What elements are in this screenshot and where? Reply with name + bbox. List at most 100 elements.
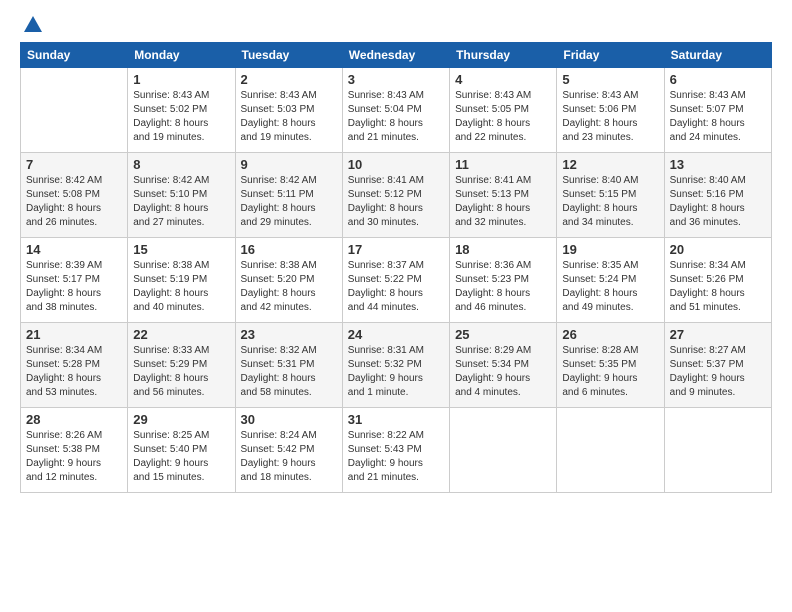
day-info: Sunrise: 8:26 AM Sunset: 5:38 PM Dayligh… (26, 429, 122, 485)
calendar-cell: 18 Sunrise: 8:36 AM Sunset: 5:23 PM Dayli… (450, 238, 557, 323)
calendar-week-4: 21 Sunrise: 8:34 AM Sunset: 5:28 PM Dayli… (21, 323, 772, 408)
day-number: 4 (455, 72, 551, 87)
day-info: Sunrise: 8:39 AM Sunset: 5:17 PM Dayligh… (26, 259, 122, 315)
day-number: 29 (133, 412, 229, 427)
day-number: 6 (670, 72, 766, 87)
calendar-cell: 29 Sunrise: 8:25 AM Sunset: 5:40 PM Dayli… (128, 408, 235, 493)
day-info: Sunrise: 8:43 AM Sunset: 5:04 PM Dayligh… (348, 89, 444, 145)
day-number: 17 (348, 242, 444, 257)
calendar-cell: 1 Sunrise: 8:43 AM Sunset: 5:02 PM Daylig… (128, 68, 235, 153)
day-number: 18 (455, 242, 551, 257)
logo (20, 16, 44, 32)
calendar-table: SundayMondayTuesdayWednesdayThursdayFrid… (20, 42, 772, 493)
calendar-cell: 22 Sunrise: 8:33 AM Sunset: 5:29 PM Dayli… (128, 323, 235, 408)
day-info: Sunrise: 8:43 AM Sunset: 5:05 PM Dayligh… (455, 89, 551, 145)
calendar-cell: 17 Sunrise: 8:37 AM Sunset: 5:22 PM Dayli… (342, 238, 449, 323)
calendar-cell: 21 Sunrise: 8:34 AM Sunset: 5:28 PM Dayli… (21, 323, 128, 408)
day-number: 15 (133, 242, 229, 257)
calendar-cell (21, 68, 128, 153)
calendar-cell: 13 Sunrise: 8:40 AM Sunset: 5:16 PM Dayli… (664, 153, 771, 238)
calendar-cell: 11 Sunrise: 8:41 AM Sunset: 5:13 PM Dayli… (450, 153, 557, 238)
weekday-header-friday: Friday (557, 43, 664, 68)
day-info: Sunrise: 8:43 AM Sunset: 5:03 PM Dayligh… (241, 89, 337, 145)
calendar-cell (450, 408, 557, 493)
day-info: Sunrise: 8:25 AM Sunset: 5:40 PM Dayligh… (133, 429, 229, 485)
calendar-cell: 23 Sunrise: 8:32 AM Sunset: 5:31 PM Dayli… (235, 323, 342, 408)
day-info: Sunrise: 8:37 AM Sunset: 5:22 PM Dayligh… (348, 259, 444, 315)
day-info: Sunrise: 8:40 AM Sunset: 5:16 PM Dayligh… (670, 174, 766, 230)
day-number: 16 (241, 242, 337, 257)
calendar-cell: 30 Sunrise: 8:24 AM Sunset: 5:42 PM Dayli… (235, 408, 342, 493)
calendar-cell: 28 Sunrise: 8:26 AM Sunset: 5:38 PM Dayli… (21, 408, 128, 493)
day-number: 12 (562, 157, 658, 172)
calendar-cell: 7 Sunrise: 8:42 AM Sunset: 5:08 PM Daylig… (21, 153, 128, 238)
day-number: 11 (455, 157, 551, 172)
weekday-header-thursday: Thursday (450, 43, 557, 68)
weekday-header-sunday: Sunday (21, 43, 128, 68)
day-info: Sunrise: 8:40 AM Sunset: 5:15 PM Dayligh… (562, 174, 658, 230)
calendar-cell: 16 Sunrise: 8:38 AM Sunset: 5:20 PM Dayli… (235, 238, 342, 323)
calendar-cell: 9 Sunrise: 8:42 AM Sunset: 5:11 PM Daylig… (235, 153, 342, 238)
day-info: Sunrise: 8:34 AM Sunset: 5:26 PM Dayligh… (670, 259, 766, 315)
calendar-cell: 25Sunrise: 8:29 AM Sunset: 5:34 PM Dayli… (450, 323, 557, 408)
calendar-week-3: 14 Sunrise: 8:39 AM Sunset: 5:17 PM Dayli… (21, 238, 772, 323)
day-info: Sunrise: 8:32 AM Sunset: 5:31 PM Dayligh… (241, 344, 337, 400)
day-info: Sunrise: 8:38 AM Sunset: 5:19 PM Dayligh… (133, 259, 229, 315)
calendar-cell: 24Sunrise: 8:31 AM Sunset: 5:32 PM Dayli… (342, 323, 449, 408)
day-number: 3 (348, 72, 444, 87)
day-info: Sunrise: 8:34 AM Sunset: 5:28 PM Dayligh… (26, 344, 122, 400)
calendar-cell: 15 Sunrise: 8:38 AM Sunset: 5:19 PM Dayli… (128, 238, 235, 323)
day-info: Sunrise: 8:43 AM Sunset: 5:07 PM Dayligh… (670, 89, 766, 145)
calendar-week-5: 28 Sunrise: 8:26 AM Sunset: 5:38 PM Dayli… (21, 408, 772, 493)
calendar-cell: 3 Sunrise: 8:43 AM Sunset: 5:04 PM Daylig… (342, 68, 449, 153)
day-number: 22 (133, 327, 229, 342)
day-info: Sunrise: 8:38 AM Sunset: 5:20 PM Dayligh… (241, 259, 337, 315)
calendar-cell: 26Sunrise: 8:28 AM Sunset: 5:35 PM Dayli… (557, 323, 664, 408)
calendar-cell: 8Sunrise: 8:42 AM Sunset: 5:10 PM Daylig… (128, 153, 235, 238)
calendar-cell: 20Sunrise: 8:34 AM Sunset: 5:26 PM Dayli… (664, 238, 771, 323)
day-number: 10 (348, 157, 444, 172)
day-number: 13 (670, 157, 766, 172)
calendar-cell: 12 Sunrise: 8:40 AM Sunset: 5:15 PM Dayli… (557, 153, 664, 238)
calendar-cell: 4 Sunrise: 8:43 AM Sunset: 5:05 PM Daylig… (450, 68, 557, 153)
day-number: 8 (133, 157, 229, 172)
day-info: Sunrise: 8:27 AM Sunset: 5:37 PM Dayligh… (670, 344, 766, 400)
day-info: Sunrise: 8:43 AM Sunset: 5:06 PM Dayligh… (562, 89, 658, 145)
calendar-week-2: 7 Sunrise: 8:42 AM Sunset: 5:08 PM Daylig… (21, 153, 772, 238)
calendar-cell: 5 Sunrise: 8:43 AM Sunset: 5:06 PM Daylig… (557, 68, 664, 153)
day-number: 23 (241, 327, 337, 342)
day-number: 7 (26, 157, 122, 172)
day-number: 14 (26, 242, 122, 257)
day-info: Sunrise: 8:33 AM Sunset: 5:29 PM Dayligh… (133, 344, 229, 400)
weekday-header-row: SundayMondayTuesdayWednesdayThursdayFrid… (21, 43, 772, 68)
day-number: 27 (670, 327, 766, 342)
day-number: 31 (348, 412, 444, 427)
day-info: Sunrise: 8:28 AM Sunset: 5:35 PM Dayligh… (562, 344, 658, 400)
calendar-cell: 14 Sunrise: 8:39 AM Sunset: 5:17 PM Dayli… (21, 238, 128, 323)
calendar-cell: 27 Sunrise: 8:27 AM Sunset: 5:37 PM Dayli… (664, 323, 771, 408)
day-number: 5 (562, 72, 658, 87)
day-number: 21 (26, 327, 122, 342)
day-info: Sunrise: 8:42 AM Sunset: 5:11 PM Dayligh… (241, 174, 337, 230)
weekday-header-tuesday: Tuesday (235, 43, 342, 68)
calendar-cell: 31Sunrise: 8:22 AM Sunset: 5:43 PM Dayli… (342, 408, 449, 493)
day-number: 25 (455, 327, 551, 342)
weekday-header-monday: Monday (128, 43, 235, 68)
calendar-cell: 19Sunrise: 8:35 AM Sunset: 5:24 PM Dayli… (557, 238, 664, 323)
day-number: 1 (133, 72, 229, 87)
day-info: Sunrise: 8:31 AM Sunset: 5:32 PM Dayligh… (348, 344, 444, 400)
day-info: Sunrise: 8:42 AM Sunset: 5:08 PM Dayligh… (26, 174, 122, 230)
calendar-week-1: 1 Sunrise: 8:43 AM Sunset: 5:02 PM Daylig… (21, 68, 772, 153)
day-info: Sunrise: 8:43 AM Sunset: 5:02 PM Dayligh… (133, 89, 229, 145)
day-info: Sunrise: 8:24 AM Sunset: 5:42 PM Dayligh… (241, 429, 337, 485)
calendar-cell (557, 408, 664, 493)
header (20, 16, 772, 32)
day-number: 9 (241, 157, 337, 172)
day-number: 30 (241, 412, 337, 427)
day-info: Sunrise: 8:41 AM Sunset: 5:13 PM Dayligh… (455, 174, 551, 230)
weekday-header-wednesday: Wednesday (342, 43, 449, 68)
day-number: 19 (562, 242, 658, 257)
day-number: 28 (26, 412, 122, 427)
day-info: Sunrise: 8:36 AM Sunset: 5:23 PM Dayligh… (455, 259, 551, 315)
page-container: SundayMondayTuesdayWednesdayThursdayFrid… (0, 0, 792, 612)
